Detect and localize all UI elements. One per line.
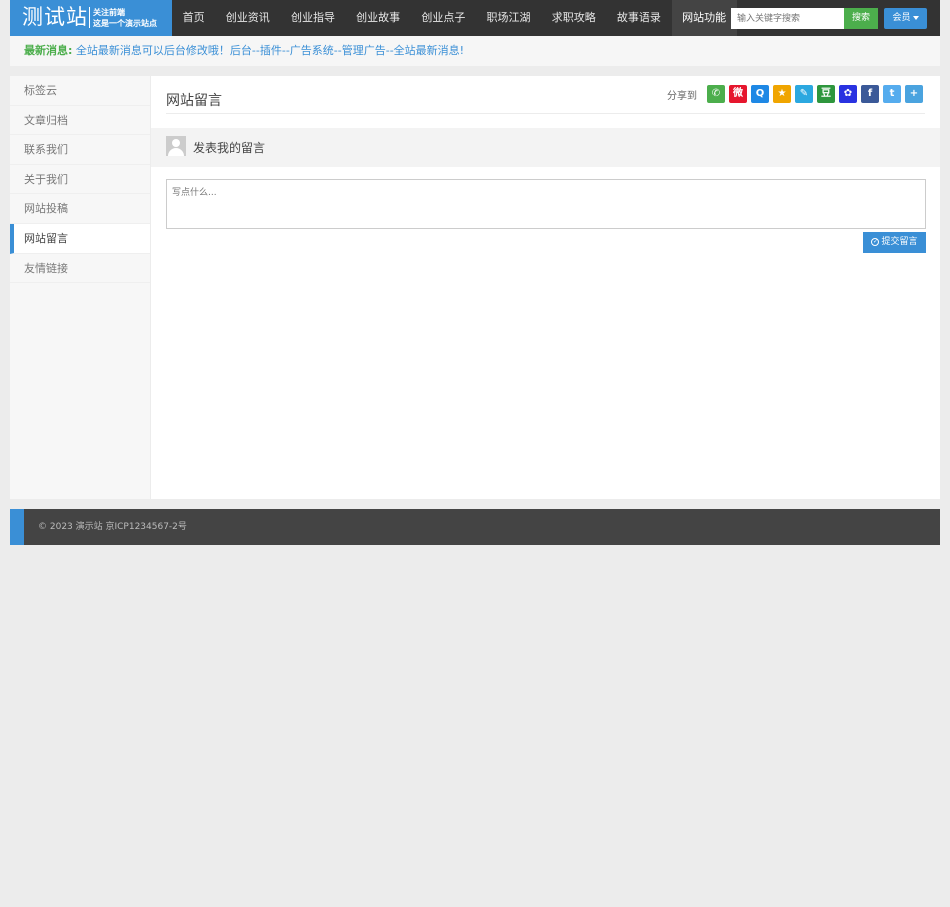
qq-icon[interactable]: Q [751,85,769,103]
sidebar-item-6[interactable]: 友情链接 [10,254,150,284]
sidebar-item-4[interactable]: 网站投稿 [10,194,150,224]
facebook-icon[interactable]: f [861,85,879,103]
news-label: 最新消息: [24,44,73,57]
nav-item-8[interactable]: 网站功能 [671,0,737,36]
top-navbar: 测试站 关注前端 这是一个演示站点 首页 创业资讯 创业指导 创业故事 创业点子 职场江湖… [10,0,940,36]
baidu-icon[interactable]: ✿ [839,85,857,103]
member-button-label: 会员 [892,13,911,23]
douban-icon[interactable]: 豆 [817,85,835,103]
sidebar-item-1[interactable]: 文章归档 [10,106,150,136]
nav-item-6[interactable]: 求职攻略 [541,0,606,36]
footer: © 2023 演示站 京ICP1234567-2号 [10,509,940,545]
submit-label: 提交留言 [881,237,918,247]
share-label: 分享到 [667,90,697,102]
check-circle-icon: ✓ [871,237,880,246]
caret-down-icon [912,15,919,20]
search-input[interactable] [731,8,844,29]
comment-header: 发表我的留言 [151,128,940,167]
footer-copyright: © 2023 演示站 京ICP1234567-2号 [38,522,187,532]
sidebar-item-3[interactable]: 关于我们 [10,165,150,195]
nav-item-0[interactable]: 首页 [172,0,215,36]
nav-item-2[interactable]: 创业指导 [280,0,345,36]
logo-tagline-line1: 关注前端 [93,8,125,17]
footer-accent [10,509,24,545]
nav-item-7[interactable]: 故事语录 [606,0,671,36]
main-nav: 首页 创业资讯 创业指导 创业故事 创业点子 职场江湖 求职攻略 故事语录 网站功能 [172,0,737,36]
weibo-icon[interactable]: 微 [729,85,747,103]
comment-textarea[interactable] [166,179,926,229]
news-ticker: 最新消息: 全站最新消息可以后台修改哦！后台--插件--广告系统--管理广告--… [10,36,940,66]
site-logo[interactable]: 测试站 关注前端 这是一个演示站点 [10,0,172,36]
logo-main-text: 测试站 [22,5,88,29]
news-message-link[interactable]: 全站最新消息可以后台修改哦！后台--插件--广告系统--管理广告--全站最新消息… [76,44,464,57]
more-share-icon[interactable]: + [905,85,923,103]
qzone-icon[interactable]: ★ [773,85,791,103]
member-dropdown-button[interactable]: 会员 [884,8,927,29]
logo-tagline-line2: 这是一个演示站点 [93,19,157,28]
avatar [166,136,186,156]
nav-item-4[interactable]: 创业点子 [411,0,476,36]
comment-title: 发表我的留言 [193,141,266,155]
twitter-icon[interactable]: t [883,85,901,103]
sidebar-item-5[interactable]: 网站留言 [10,223,150,254]
logo-separator [89,7,90,28]
search-button[interactable]: 搜索 [844,8,878,29]
tencent-weibo-icon[interactable]: ✎ [795,85,813,103]
page-title: 网站留言 [166,93,222,109]
wechat-icon[interactable]: ✆ [707,85,725,103]
share-bar: 分享到 ✆ 微 Q ★ ✎ 豆 ✿ f t + [667,85,923,103]
nav-item-1[interactable]: 创业资讯 [215,0,280,36]
sidebar-item-0[interactable]: 标签云 [10,76,150,106]
logo-tagline: 关注前端 这是一个演示站点 [93,7,157,29]
submit-comment-button[interactable]: ✓ 提交留言 [863,232,926,253]
nav-item-3[interactable]: 创业故事 [346,0,411,36]
main-content: 网站留言 分享到 ✆微Q★✎豆✿ft+ 发表我的留言 ✓提交留言 [151,76,940,499]
title-divider [166,113,925,114]
nav-item-5[interactable]: 职场江湖 [476,0,541,36]
sidebar-menu: 标签云 文章归档 联系我们 关于我们 网站投稿 网站留言 友情链接 [10,76,151,499]
sidebar-item-2[interactable]: 联系我们 [10,135,150,165]
